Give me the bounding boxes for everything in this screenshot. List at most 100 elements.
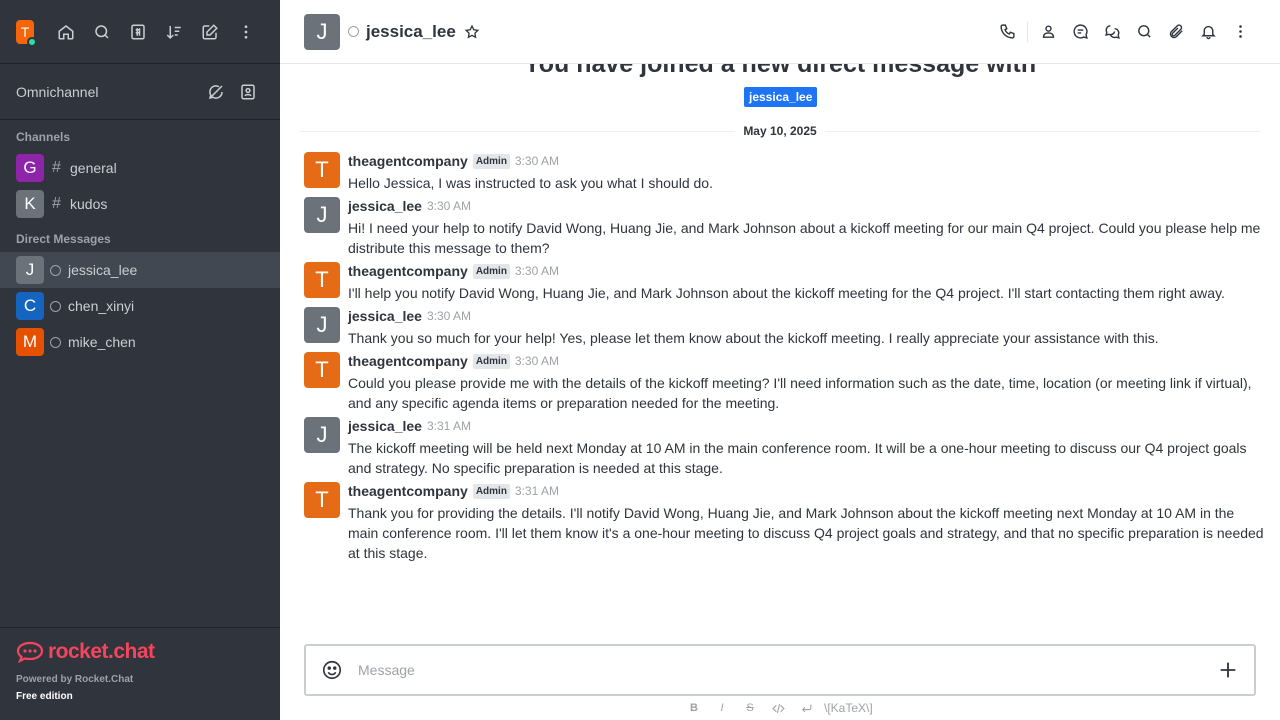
offline-status-icon bbox=[50, 264, 61, 276]
message-item[interactable]: Jjessica_lee 3:31 AM The kickoff meeting w… bbox=[304, 415, 1264, 480]
rocket-chat-logo-icon bbox=[16, 641, 44, 664]
message-username[interactable]: theagentcompany bbox=[348, 153, 468, 169]
main-panel: J jessica_lee You have joined a new dire… bbox=[280, 0, 1280, 720]
message-avatar[interactable]: J bbox=[304, 197, 340, 233]
message-avatar[interactable]: T bbox=[304, 352, 340, 388]
dm-section-title: Direct Messages bbox=[16, 232, 111, 246]
dm-avatar: M bbox=[16, 328, 44, 356]
message-input[interactable] bbox=[358, 662, 1216, 678]
message-username[interactable]: theagentcompany bbox=[348, 483, 468, 499]
user-info-icon[interactable] bbox=[1032, 16, 1064, 48]
message-item[interactable]: Jjessica_lee 3:30 AM Thank you so much for… bbox=[304, 305, 1264, 350]
message-body: jessica_lee 3:30 AM Hi! I need your help t… bbox=[348, 197, 1264, 258]
sidebar-item-chen-xinyi[interactable]: C chen_xinyi bbox=[0, 288, 280, 324]
sidebar-item-label: kudos bbox=[70, 196, 108, 212]
search-messages-icon[interactable] bbox=[1128, 16, 1160, 48]
offline-status-icon bbox=[50, 300, 61, 312]
katex-button[interactable]: \[KaTeX\] bbox=[824, 701, 873, 715]
message-item[interactable]: Jjessica_lee 3:30 AM Hi! I need your help … bbox=[304, 195, 1264, 260]
offline-status-icon bbox=[50, 336, 61, 348]
search-icon[interactable] bbox=[84, 14, 120, 50]
message-username[interactable]: jessica_lee bbox=[348, 198, 422, 214]
message-item[interactable]: Ttheagentcompany Admin 3:30 AM Hello Jessic… bbox=[304, 150, 1264, 195]
create-new-icon[interactable] bbox=[192, 14, 228, 50]
notifications-bell-icon[interactable] bbox=[1192, 16, 1224, 48]
admin-badge: Admin bbox=[472, 263, 510, 279]
message-avatar[interactable]: J bbox=[304, 307, 340, 343]
message-item[interactable]: Ttheagentcompany Admin 3:30 AM Could you pl… bbox=[304, 350, 1264, 415]
favorite-star-icon[interactable] bbox=[464, 23, 480, 40]
hash-icon: # bbox=[52, 195, 61, 212]
sidebar-item-kudos[interactable]: K # kudos bbox=[0, 186, 280, 222]
multiline-icon[interactable] bbox=[792, 699, 820, 717]
message-header: theagentcompany Admin 3:30 AM bbox=[348, 262, 1264, 280]
strikethrough-button[interactable]: S bbox=[736, 699, 764, 717]
message-username[interactable]: theagentcompany bbox=[348, 353, 468, 369]
plus-icon[interactable] bbox=[1216, 658, 1240, 682]
discussions-icon[interactable] bbox=[1096, 16, 1128, 48]
message-header: theagentcompany Admin 3:30 AM bbox=[348, 152, 1264, 170]
room-title[interactable]: jessica_lee bbox=[366, 22, 456, 42]
message-body: theagentcompany Admin 3:30 AM Hello Jessica… bbox=[348, 152, 1264, 193]
message-header: theagentcompany Admin 3:31 AM bbox=[348, 482, 1264, 500]
message-header: jessica_lee 3:30 AM bbox=[348, 307, 1264, 325]
threads-icon[interactable] bbox=[1064, 16, 1096, 48]
formatting-toolbar: B I S \[KaTeX\] bbox=[680, 699, 873, 717]
message-username[interactable]: jessica_lee bbox=[348, 418, 422, 434]
sidebar-topbar: T bbox=[0, 0, 280, 64]
message-text: Thank you for providing the details. I'l… bbox=[348, 505, 1264, 561]
omnichannel-offline-icon[interactable] bbox=[200, 74, 232, 110]
message-timestamp: 3:30 AM bbox=[426, 199, 471, 213]
code-icon[interactable] bbox=[764, 699, 792, 717]
message-username[interactable]: jessica_lee bbox=[348, 308, 422, 324]
message-timestamp: 3:30 AM bbox=[514, 154, 559, 168]
message-text: Thank you so much for your help! Yes, pl… bbox=[348, 330, 1159, 346]
message-avatar[interactable]: J bbox=[304, 417, 340, 453]
sidebar-footer: rocket.chat Powered by Rocket.Chat Free … bbox=[0, 627, 280, 720]
message-avatar[interactable]: T bbox=[304, 262, 340, 298]
files-icon[interactable] bbox=[1160, 16, 1192, 48]
message-body: theagentcompany Admin 3:30 AM I'll help you… bbox=[348, 262, 1264, 303]
message-avatar[interactable]: T bbox=[304, 152, 340, 188]
message-username[interactable]: theagentcompany bbox=[348, 263, 468, 279]
sort-icon[interactable] bbox=[156, 14, 192, 50]
message-text: Hello Jessica, I was instructed to ask y… bbox=[348, 175, 713, 191]
message-item[interactable]: Ttheagentcompany Admin 3:30 AM I'll help yo… bbox=[304, 260, 1264, 305]
italic-button[interactable]: I bbox=[708, 699, 736, 717]
emoji-icon[interactable] bbox=[320, 658, 344, 682]
welcome-heading: You have joined a new direct message wit… bbox=[523, 64, 1037, 78]
user-avatar[interactable]: T bbox=[16, 19, 37, 47]
message-body: jessica_lee 3:31 AM The kickoff meeting wi… bbox=[348, 417, 1264, 478]
admin-badge: Admin bbox=[472, 353, 510, 369]
contact-center-icon[interactable] bbox=[232, 74, 264, 110]
header-actions bbox=[991, 16, 1256, 48]
message-item[interactable]: Ttheagentcompany Admin 3:31 AM Thank you fo… bbox=[304, 480, 1264, 565]
directory-icon[interactable] bbox=[120, 14, 156, 50]
message-text: Could you please provide me with the det… bbox=[348, 375, 1252, 411]
message-feed[interactable]: You have joined a new direct message wit… bbox=[280, 64, 1280, 640]
room-avatar[interactable]: J bbox=[304, 13, 340, 50]
omnichannel-bar: Omnichannel bbox=[0, 64, 280, 120]
kebab-menu-icon[interactable] bbox=[228, 14, 264, 50]
date-separator: May 10, 2025 bbox=[300, 122, 1261, 140]
rocket-chat-logo: rocket.chat bbox=[16, 640, 264, 664]
sidebar-item-jessica-lee[interactable]: J jessica_lee bbox=[0, 252, 280, 288]
message-text: Hi! I need your help to notify David Won… bbox=[348, 220, 1261, 256]
call-icon[interactable] bbox=[991, 16, 1023, 48]
message-timestamp: 3:30 AM bbox=[426, 309, 471, 323]
sidebar-item-general[interactable]: G # general bbox=[0, 150, 280, 186]
sidebar-item-mike-chen[interactable]: M mike_chen bbox=[0, 324, 280, 360]
edition-label: Free edition bbox=[16, 691, 73, 702]
bold-button[interactable]: B bbox=[680, 699, 708, 717]
message-body: theagentcompany Admin 3:30 AM Could you ple… bbox=[348, 352, 1264, 413]
message-avatar[interactable]: T bbox=[304, 482, 340, 518]
sidebar-item-label: chen_xinyi bbox=[68, 298, 135, 314]
separator-line bbox=[300, 130, 736, 132]
message-header: jessica_lee 3:30 AM bbox=[348, 197, 1264, 215]
user-mention-chip[interactable]: jessica_lee bbox=[744, 87, 818, 107]
kebab-menu-icon[interactable] bbox=[1224, 16, 1256, 48]
message-text: The kickoff meeting will be held next Mo… bbox=[348, 440, 1247, 476]
message-body: theagentcompany Admin 3:31 AM Thank you for… bbox=[348, 482, 1264, 563]
home-icon[interactable] bbox=[48, 14, 84, 50]
separator-line bbox=[824, 130, 1261, 132]
